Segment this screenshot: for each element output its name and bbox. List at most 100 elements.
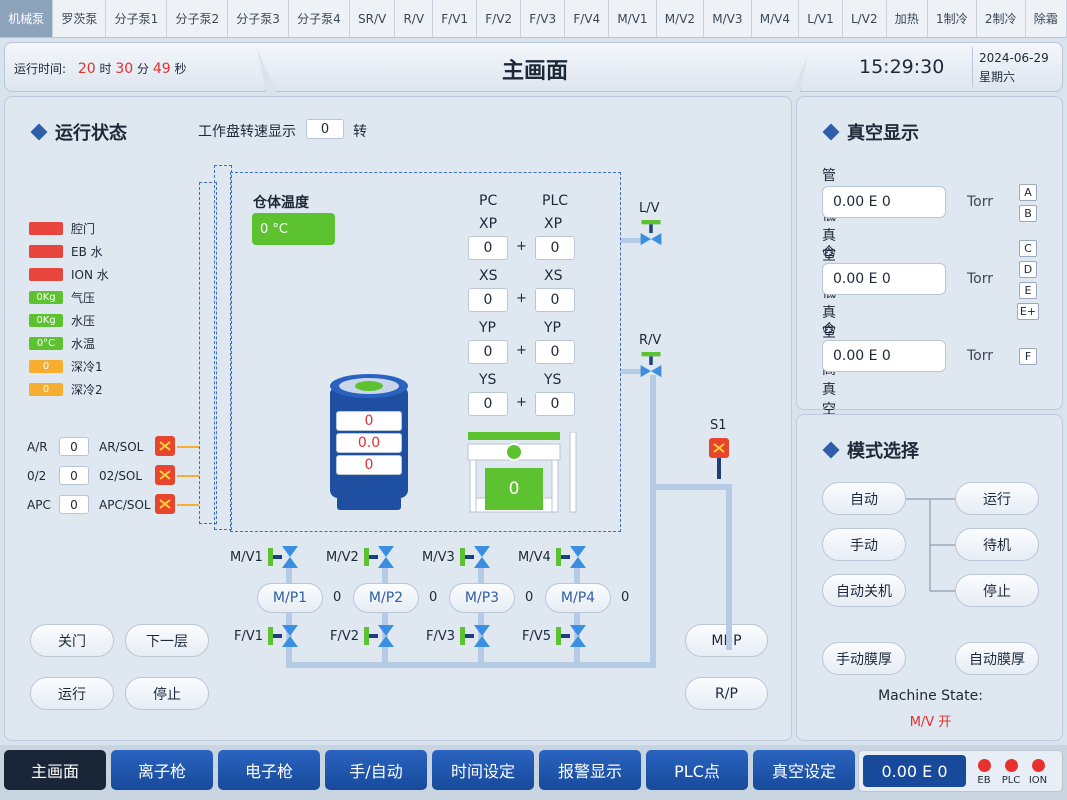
- indicator-row: 0 深冷1: [29, 358, 149, 375]
- lv-valve[interactable]: [637, 220, 665, 250]
- bottom-status-box: 0.00 E 0 EB PLC ION: [858, 750, 1063, 792]
- top-tab-18[interactable]: 加热: [887, 0, 928, 37]
- fv-valve-icon[interactable]: [364, 623, 394, 653]
- led-group: EB PLC ION: [973, 756, 1049, 786]
- mp-value: 0: [621, 590, 630, 605]
- fv-valve-icon[interactable]: [268, 623, 298, 653]
- bottom-tab-2[interactable]: 电子枪: [218, 750, 320, 790]
- gauge-chip[interactable]: A: [1019, 184, 1037, 201]
- gauge-chip[interactable]: E: [1019, 282, 1037, 299]
- solenoid-icon[interactable]: [155, 436, 175, 456]
- axis-name-pc: XP: [479, 216, 498, 232]
- rp-button[interactable]: R/P: [685, 677, 768, 710]
- axis-plc-value: 0: [535, 288, 575, 312]
- top-tab-9[interactable]: F/V2: [477, 0, 522, 37]
- mode-stop-button[interactable]: 停止: [955, 574, 1039, 607]
- top-tab-16[interactable]: L/V1: [799, 0, 843, 37]
- pipe-bottom: [286, 662, 656, 668]
- drum-readouts: 0 0.0 0: [336, 411, 402, 477]
- fv-valve-icon[interactable]: [556, 623, 586, 653]
- manual-film-button[interactable]: 手动膜厚: [822, 642, 906, 675]
- gas-value: 0: [59, 466, 89, 485]
- machine-state-value: M/V 开: [909, 715, 952, 730]
- mv-valve-icon[interactable]: [364, 544, 394, 574]
- top-tab-15[interactable]: M/V4: [752, 0, 800, 37]
- solenoid-icon[interactable]: [155, 465, 175, 485]
- solenoid-icon[interactable]: [155, 494, 175, 514]
- top-tab-14[interactable]: M/V3: [704, 0, 752, 37]
- top-tab-11[interactable]: F/V4: [565, 0, 610, 37]
- fv-label: F/V3: [426, 629, 456, 644]
- gauge-chip[interactable]: E+: [1017, 303, 1039, 320]
- gauge-chip[interactable]: B: [1019, 205, 1037, 222]
- s1-solenoid-icon[interactable]: [709, 438, 729, 458]
- top-tab-21[interactable]: 除霜: [1026, 0, 1067, 37]
- indicator-label: 腔门: [71, 222, 96, 236]
- top-tab-17[interactable]: L/V2: [843, 0, 887, 37]
- axis-pc-value[interactable]: 0: [468, 236, 508, 260]
- bottom-tab-7[interactable]: 真空设定: [753, 750, 855, 790]
- mode-run-button[interactable]: 运行: [955, 482, 1039, 515]
- axis-pc-value[interactable]: 0: [468, 288, 508, 312]
- mode-auto-off-button[interactable]: 自动关机: [822, 574, 906, 607]
- mv-valve-icon[interactable]: [268, 544, 298, 574]
- next-layer-button[interactable]: 下一层: [125, 624, 209, 657]
- mp-pump-button[interactable]: M/P4: [545, 583, 611, 613]
- plus-sign: +: [516, 239, 527, 254]
- top-tab-5[interactable]: 分子泵4: [289, 0, 350, 37]
- mode-manual-button[interactable]: 手动: [822, 528, 906, 561]
- runtime-hours-unit: 时: [99, 62, 112, 76]
- runtime-display: 运行时间: 20 时 30 分 49 秒: [14, 60, 187, 77]
- top-tab-10[interactable]: F/V3: [521, 0, 566, 37]
- top-tab-2[interactable]: 分子泵1: [106, 0, 168, 37]
- drum-value-bottom: 0: [336, 455, 402, 475]
- top-tab-3[interactable]: 分子泵2: [167, 0, 229, 37]
- fv-valve-icon[interactable]: [460, 623, 490, 653]
- mode-auto-button[interactable]: 自动: [822, 482, 906, 515]
- mv-valve-icon[interactable]: [460, 544, 490, 574]
- indicator-label: 气压: [71, 291, 96, 305]
- top-tab-12[interactable]: M/V1: [609, 0, 657, 37]
- axis-pc-value[interactable]: 0: [468, 392, 508, 416]
- gauge-chip[interactable]: C: [1019, 240, 1037, 257]
- bottom-tab-1[interactable]: 离子枪: [111, 750, 213, 790]
- mode-standby-button[interactable]: 待机: [955, 528, 1039, 561]
- top-tab-20[interactable]: 2制冷: [977, 0, 1026, 37]
- mv-valve-icon[interactable]: [556, 544, 586, 574]
- bottom-tab-3[interactable]: 手/自动: [325, 750, 427, 790]
- mp-pump-button[interactable]: M/P2: [353, 583, 419, 613]
- bottom-tab-5[interactable]: 报警显示: [539, 750, 641, 790]
- bottom-tab-0[interactable]: 主画面: [4, 750, 106, 790]
- bottom-tab-4[interactable]: 时间设定: [432, 750, 534, 790]
- top-tab-0[interactable]: 机械泵: [0, 0, 54, 37]
- top-tab-19[interactable]: 1制冷: [928, 0, 977, 37]
- auto-film-button[interactable]: 自动膜厚: [955, 642, 1039, 675]
- gauge-chip[interactable]: F: [1019, 348, 1037, 365]
- indicator-row: 0Kg 气压: [29, 289, 149, 306]
- mp-pump-button[interactable]: M/P1: [257, 583, 323, 613]
- top-tab-1[interactable]: 罗茨泵: [53, 0, 107, 37]
- runtime-label: 运行时间:: [14, 62, 67, 76]
- mp-pump-button[interactable]: M/P3: [449, 583, 515, 613]
- bottom-tab-6[interactable]: PLC点: [646, 750, 748, 790]
- vacuum-row-value: 0.00 E 0: [822, 263, 946, 295]
- run-button[interactable]: 运行: [30, 677, 114, 710]
- axis-pc-value[interactable]: 0: [468, 340, 508, 364]
- rv-valve[interactable]: [637, 352, 665, 382]
- top-tab-6[interactable]: SR/V: [350, 0, 396, 37]
- gauge-chip[interactable]: D: [1019, 261, 1037, 278]
- top-tab-4[interactable]: 分子泵3: [228, 0, 290, 37]
- top-tab-8[interactable]: F/V1: [433, 0, 478, 37]
- runtime-seconds-unit: 秒: [174, 62, 187, 76]
- clock: 15:29:30: [859, 56, 945, 78]
- top-tab-7[interactable]: R/V: [395, 0, 434, 37]
- mp-value: 0: [429, 590, 438, 605]
- lv-label: L/V: [639, 201, 660, 216]
- drum-value-mid: 0.0: [336, 433, 402, 453]
- diamond-icon: [822, 123, 840, 141]
- close-door-button[interactable]: 关门: [30, 624, 114, 657]
- axis-name-pc: XS: [479, 268, 498, 284]
- stop-button[interactable]: 停止: [125, 677, 209, 710]
- solenoid-line: [177, 504, 199, 506]
- top-tab-13[interactable]: M/V2: [657, 0, 705, 37]
